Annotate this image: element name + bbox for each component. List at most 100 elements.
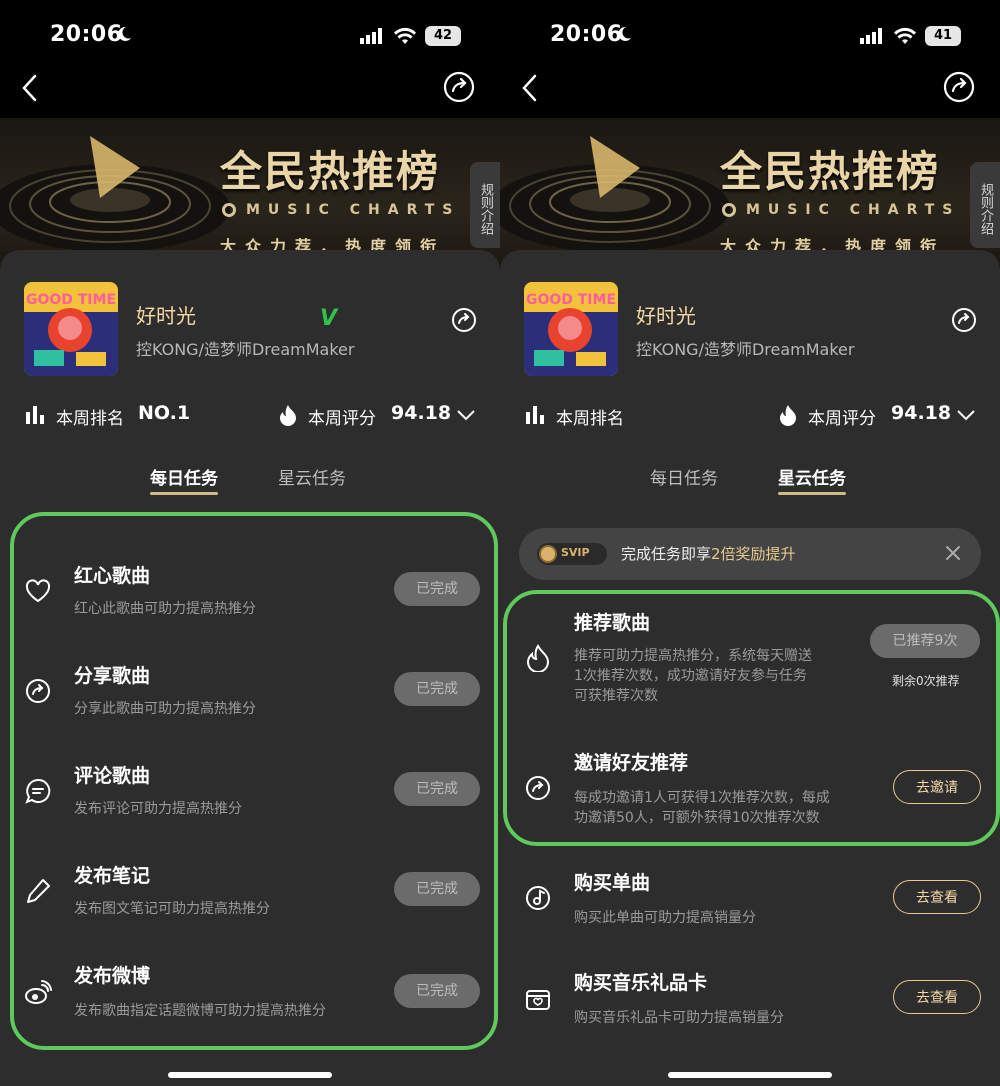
check-mark: V [320, 306, 338, 331]
vinyl-disc-icon [0, 136, 230, 252]
svip-badge: SVIP [537, 543, 607, 565]
cellular-signal-icon [860, 28, 882, 44]
music-charts-logo-icon [722, 203, 736, 217]
share-icon [26, 679, 50, 703]
completed-button[interactable]: 已完成 [394, 974, 480, 1008]
battery-indicator: 42 [425, 26, 461, 46]
comment-icon [25, 778, 51, 804]
task-title: 分享歌曲 [74, 665, 151, 687]
task-title: 推荐歌曲 [574, 612, 651, 634]
fire-icon [526, 644, 550, 672]
task-desc: 发布图文笔记可助力提高热推分 [74, 901, 270, 917]
top-nav [0, 68, 500, 108]
tab-nebula-tasks[interactable]: 星云任务 [778, 464, 846, 495]
fire-icon [780, 405, 796, 426]
back-icon[interactable] [518, 72, 542, 104]
close-icon[interactable] [943, 543, 963, 563]
completed-button[interactable]: 已完成 [394, 772, 480, 806]
task-item-buy-single: 购买单曲 购买此单曲可助力提高销量分 去查看 [500, 862, 1000, 952]
svg-text:GOOD TIME: GOOD TIME [26, 292, 116, 308]
music-charts-logo-icon [222, 203, 236, 217]
task-title: 红心歌曲 [74, 565, 151, 587]
completed-button[interactable]: 已完成 [394, 672, 480, 706]
svip-promo-banner[interactable]: SVIP 完成任务即享2倍奖励提升 [519, 528, 981, 580]
chevron-down-icon[interactable] [456, 408, 476, 422]
tab-daily-tasks[interactable]: 每日任务 [650, 464, 718, 489]
album-cover[interactable]: GOOD TIME [524, 282, 618, 376]
task-desc-line-1: 每成功邀请1人可获得1次推荐次数，每成 [574, 790, 830, 806]
completed-button[interactable]: 已完成 [394, 872, 480, 906]
status-bar: 20:06 42 [0, 18, 500, 54]
tab-daily-tasks[interactable]: 每日任务 [150, 464, 218, 495]
task-title: 邀请好友推荐 [574, 752, 689, 774]
recommended-count-button[interactable]: 已推荐9次 [870, 624, 980, 658]
score-label: 本周评分 [808, 409, 876, 429]
heart-icon [25, 579, 51, 603]
rank-label: 本周排名 [556, 409, 624, 429]
score-value: 94.18 [891, 402, 952, 424]
pencil-icon [27, 879, 50, 903]
song-artist[interactable]: 控KONG/造梦师DreamMaker [636, 336, 854, 360]
album-cover[interactable]: GOOD TIME [24, 282, 118, 376]
promo-text: 完成任务即享2倍奖励提升 [621, 543, 796, 564]
task-item-comment: 评论歌曲 发布评论可助力提高热推分 已完成 [0, 755, 500, 845]
share-icon[interactable] [942, 70, 976, 104]
status-bar: 20:06 41 [500, 18, 1000, 54]
back-icon[interactable] [18, 72, 42, 104]
tab-nebula-tasks[interactable]: 星云任务 [278, 464, 346, 489]
invite-button[interactable]: 去邀请 [893, 770, 981, 804]
song-artist[interactable]: 控KONG/造梦师DreamMaker [136, 336, 354, 360]
task-desc-line-3: 可获推荐次数 [574, 688, 658, 704]
task-desc: 红心此歌曲可助力提高热推分 [74, 601, 256, 617]
battery-indicator: 41 [925, 26, 961, 46]
svip-label: SVIP [561, 546, 590, 559]
wifi-icon [394, 27, 416, 44]
promo-text-prefix: 完成任务即享 [621, 545, 712, 563]
task-item-share: 分享歌曲 分享此歌曲可助力提高热推分 已完成 [0, 655, 500, 745]
bar-chart-icon [526, 406, 544, 424]
task-title: 发布微博 [74, 965, 151, 987]
chevron-down-icon[interactable] [956, 408, 976, 422]
wifi-icon [894, 27, 916, 44]
vinyl-disc-icon [500, 136, 730, 252]
remaining-recommends: 剩余0次推荐 [892, 674, 960, 688]
banner-title: 全民热推榜 [720, 147, 941, 196]
task-desc: 发布评论可助力提高热推分 [74, 801, 242, 817]
song-share-icon[interactable] [450, 306, 478, 334]
view-button[interactable]: 去查看 [893, 880, 981, 914]
weibo-icon [25, 980, 52, 1004]
task-item-invite: 邀请好友推荐 每成功邀请1人可获得1次推荐次数，每成 功邀请50人，可额外获得1… [500, 742, 1000, 842]
share-icon[interactable] [442, 70, 476, 104]
rank-value: NO.1 [138, 402, 191, 424]
task-item-gift-card: 购买音乐礼品卡 购买音乐礼品卡可助力提高销量分 去查看 [500, 962, 1000, 1052]
status-time: 20:06 [550, 22, 623, 47]
cellular-signal-icon [360, 28, 382, 44]
gift-card-icon [526, 990, 550, 1010]
task-item-favorite: 红心歌曲 红心此歌曲可助力提高热推分 已完成 [0, 555, 500, 645]
moon-icon [118, 26, 131, 41]
stats-row: 本周排名 NO.1 本周评分 94.18 [0, 400, 500, 430]
completed-button[interactable]: 已完成 [394, 572, 480, 606]
share-icon [526, 776, 550, 800]
song-share-icon[interactable] [950, 306, 978, 334]
task-desc: 分享此歌曲可助力提高热推分 [74, 701, 256, 717]
rules-button[interactable]: 规则介绍 [470, 162, 500, 248]
song-title: 好时光 [636, 304, 696, 328]
rules-button[interactable]: 规则介绍 [970, 162, 1000, 248]
moon-icon [618, 26, 631, 41]
task-desc-line-1: 推荐可助力提高热推分，系统每天赠送 [574, 648, 812, 664]
fire-icon [280, 405, 296, 426]
svip-coin-icon [539, 545, 557, 563]
task-title: 发布笔记 [74, 865, 151, 887]
svg-text:GOOD TIME: GOOD TIME [526, 292, 616, 308]
task-item-weibo: 发布微博 发布歌曲指定话题微博可助力提高热推分 已完成 [0, 955, 500, 1045]
disc-icon [526, 886, 550, 910]
home-indicator [168, 1072, 332, 1078]
task-desc: 购买此单曲可助力提高销量分 [574, 910, 756, 926]
view-button[interactable]: 去查看 [893, 980, 981, 1014]
task-item-note: 发布笔记 发布图文笔记可助力提高热推分 已完成 [0, 855, 500, 945]
top-nav [500, 68, 1000, 108]
task-tabs: 每日任务 星云任务 [0, 464, 500, 504]
task-title: 购买单曲 [574, 872, 651, 894]
task-desc: 发布歌曲指定话题微博可助力提高热推分 [74, 1003, 326, 1019]
